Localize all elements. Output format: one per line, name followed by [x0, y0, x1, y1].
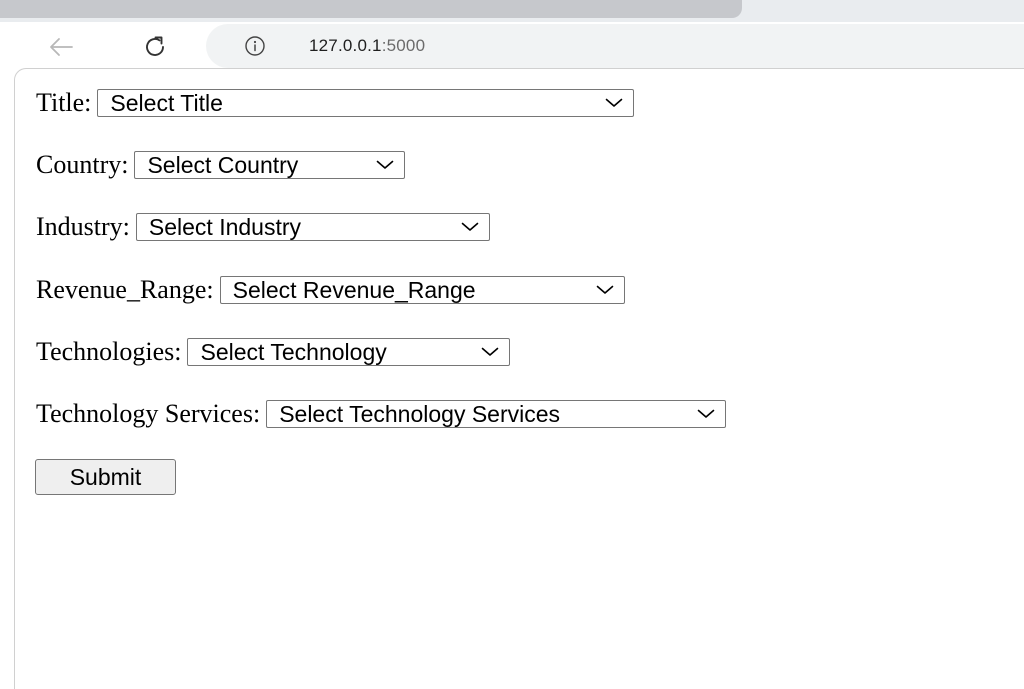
revenue-range-row: Revenue_Range: Select Revenue_Range [36, 275, 625, 305]
technology-services-label: Technology Services: [36, 399, 261, 428]
country-select-value: Select Country [147, 151, 299, 178]
chevron-down-icon [461, 222, 479, 232]
title-label: Title: [36, 88, 92, 117]
browser-toolbar: 127.0.0.1:5000 [0, 22, 1024, 70]
industry-label: Industry: [36, 212, 130, 241]
industry-select-value: Select Industry [148, 213, 302, 240]
back-arrow-icon [50, 38, 73, 56]
chevron-down-icon [376, 160, 394, 170]
title-select[interactable]: Select Title [97, 89, 635, 117]
title-row: Title: Select Title [36, 88, 635, 118]
address-bar[interactable]: 127.0.0.1:5000 [206, 24, 1024, 68]
technologies-row: Technologies: Select Technology [36, 337, 511, 367]
back-button[interactable] [44, 30, 78, 64]
url-host: 127.0.0.1 [309, 36, 382, 55]
active-tab[interactable] [0, 0, 742, 18]
chevron-down-icon [596, 285, 614, 295]
industry-select[interactable]: Select Industry [135, 213, 490, 241]
browser-tab-strip [0, 0, 1024, 22]
site-info-icon[interactable] [244, 35, 266, 57]
chevron-down-icon [697, 409, 715, 419]
technology-services-row: Technology Services: Select Technology S… [36, 399, 727, 429]
submit-button[interactable]: Submit [35, 459, 176, 495]
country-select[interactable]: Select Country [134, 151, 406, 179]
revenue-range-select[interactable]: Select Revenue_Range [219, 276, 625, 304]
url-text[interactable]: 127.0.0.1:5000 [309, 35, 425, 57]
revenue-range-label: Revenue_Range: [36, 275, 214, 304]
industry-row: Industry: Select Industry [36, 212, 490, 242]
reload-icon [146, 36, 164, 56]
technologies-label: Technologies: [36, 337, 182, 366]
chevron-down-icon [481, 347, 499, 357]
country-label: Country: [36, 150, 129, 179]
url-port: :5000 [381, 36, 426, 55]
technologies-select[interactable]: Select Technology [187, 338, 511, 366]
title-select-value: Select Title [110, 89, 223, 116]
chevron-down-icon [605, 98, 623, 108]
technology-services-select[interactable]: Select Technology Services [266, 400, 727, 428]
revenue-range-select-value: Select Revenue_Range [232, 276, 476, 303]
technologies-select-value: Select Technology [200, 338, 387, 365]
country-row: Country: Select Country [36, 150, 406, 180]
reload-button[interactable] [138, 30, 172, 64]
technology-services-select-value: Select Technology Services [279, 400, 561, 427]
